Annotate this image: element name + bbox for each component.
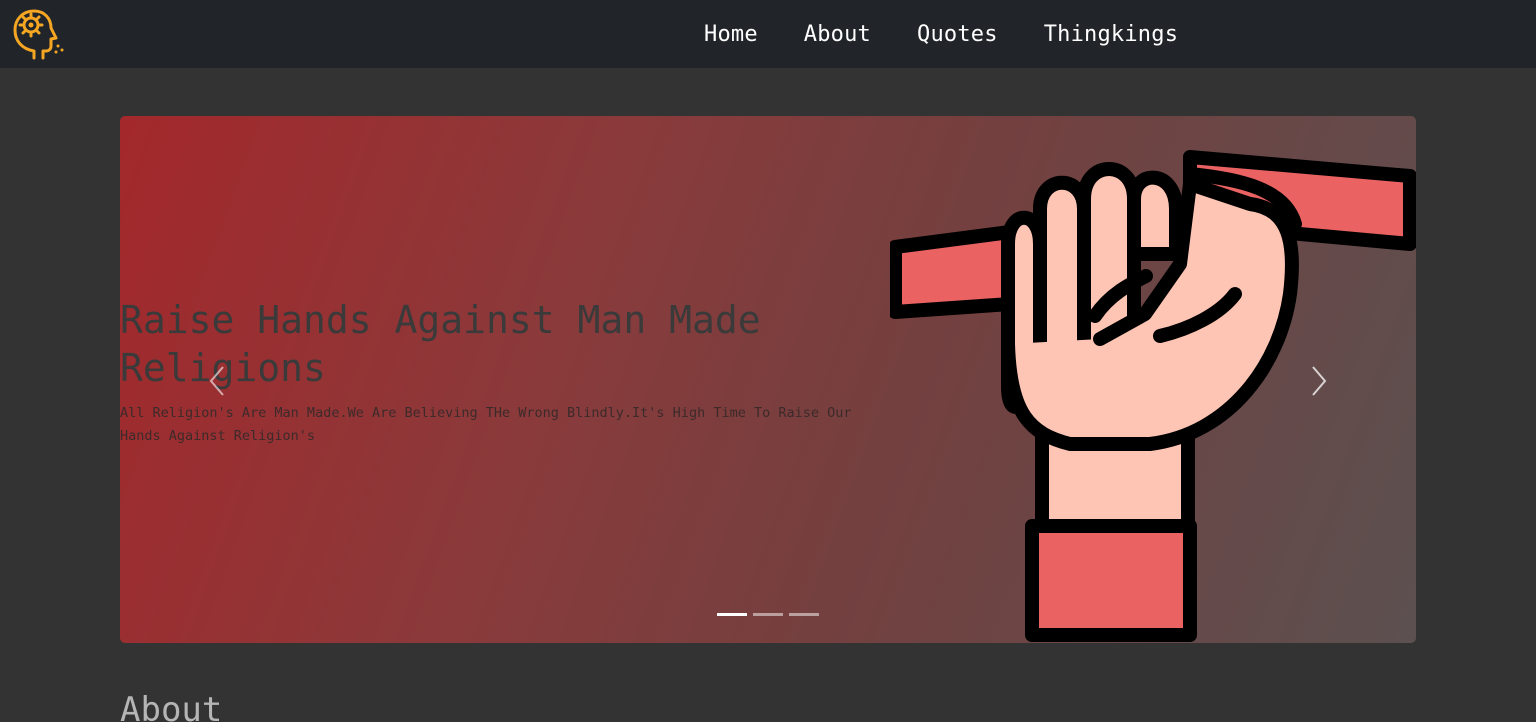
nav-link-quotes[interactable]: Quotes [917,22,998,47]
carousel-indicator-1[interactable] [717,613,747,616]
carousel-indicators [717,613,825,616]
nav-links: Home About Quotes Thingkings [704,0,1224,68]
hero-carousel: Raise Hands Against Man Made Religions A… [120,116,1416,643]
chevron-right-icon [1312,366,1327,396]
chevron-left-icon [209,366,224,396]
carousel-indicator-2[interactable] [753,613,783,616]
carousel-prev-button[interactable] [202,361,232,401]
nav-link-home[interactable]: Home [704,22,758,47]
carousel-next-button[interactable] [1304,361,1334,401]
head-gear-logo-icon[interactable] [10,8,66,62]
nav-link-thingkings[interactable]: Thingkings [1044,22,1178,47]
raised-fist-icon [890,150,1416,642]
slide-text: All Religion's Are Man Made.We Are Belie… [120,405,852,444]
navbar: Home About Quotes Thingkings [0,0,1536,68]
carousel-indicator-3[interactable] [789,613,819,616]
about-heading: About [120,690,223,722]
nav-link-about[interactable]: About [804,22,871,47]
slide-title: Raise Hands Against Man Made Religions [120,298,761,390]
